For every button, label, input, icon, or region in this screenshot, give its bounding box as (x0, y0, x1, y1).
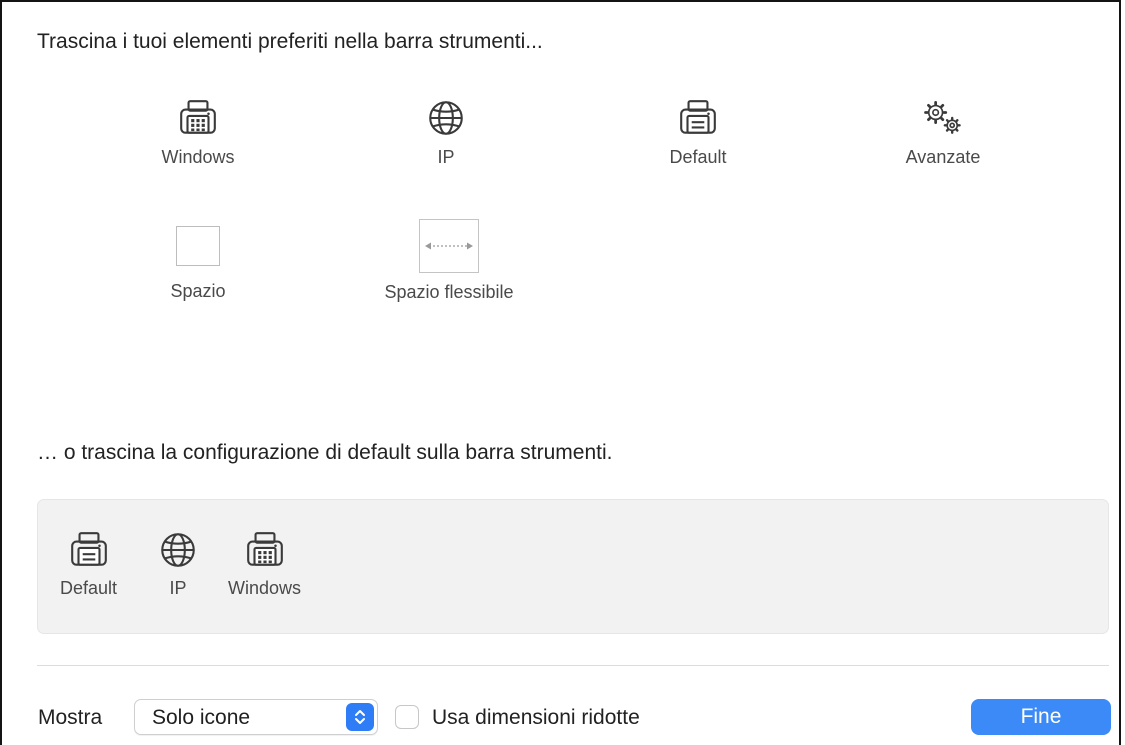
globe-icon (156, 528, 200, 572)
default-set-item-label: Windows (228, 578, 302, 598)
palette-item-label: Avanzate (905, 147, 981, 167)
palette-item-label: Default (669, 147, 727, 167)
palette-item-label: IP (437, 147, 455, 167)
space-icon (175, 225, 221, 267)
flexible-space-icon (418, 218, 480, 274)
done-button[interactable]: Fine (971, 699, 1111, 735)
globe-icon (423, 95, 469, 141)
palette-heading: Trascina i tuoi elementi preferiti nella… (37, 30, 543, 53)
palette-item-spazio-flessibile[interactable]: Spazio flessibile (369, 218, 529, 303)
chevron-up-down-icon (346, 703, 374, 731)
default-set-item-windows: Windows (228, 528, 301, 599)
palette-item-avanzate[interactable]: Avanzate (863, 95, 1023, 168)
default-set-item-label: Default (60, 578, 118, 598)
palette-item-label: Windows (161, 147, 235, 167)
printer-default-icon (67, 528, 111, 572)
show-mode-value: Solo icone (152, 706, 251, 729)
show-label: Mostra (38, 706, 103, 729)
footer-divider (37, 665, 1109, 666)
palette-item-label: Spazio (170, 281, 226, 301)
customize-toolbar-sheet: Trascina i tuoi elementi preferiti nella… (0, 0, 1121, 745)
printer-windows-icon (175, 95, 221, 141)
default-set-item-label: IP (169, 578, 187, 598)
small-size-label[interactable]: Usa dimensioni ridotte (432, 706, 640, 730)
default-set-heading: … o trascina la configurazione di defaul… (37, 441, 613, 464)
printer-default-icon (675, 95, 721, 141)
default-set-item-ip: IP (156, 528, 200, 599)
default-set-item-default: Default (60, 528, 117, 599)
show-mode-select[interactable]: Solo icone (134, 699, 378, 735)
palette-item-ip[interactable]: IP (366, 95, 526, 168)
palette-item-label: Spazio flessibile (384, 282, 514, 302)
palette-item-windows[interactable]: Windows (118, 95, 278, 168)
default-toolbar-set[interactable]: Default IP Windows (37, 499, 1109, 634)
palette-item-spazio[interactable]: Spazio (118, 225, 278, 302)
palette-item-default[interactable]: Default (618, 95, 778, 168)
small-size-checkbox[interactable] (395, 705, 419, 729)
printer-windows-icon (243, 528, 287, 572)
gears-icon (920, 95, 966, 141)
